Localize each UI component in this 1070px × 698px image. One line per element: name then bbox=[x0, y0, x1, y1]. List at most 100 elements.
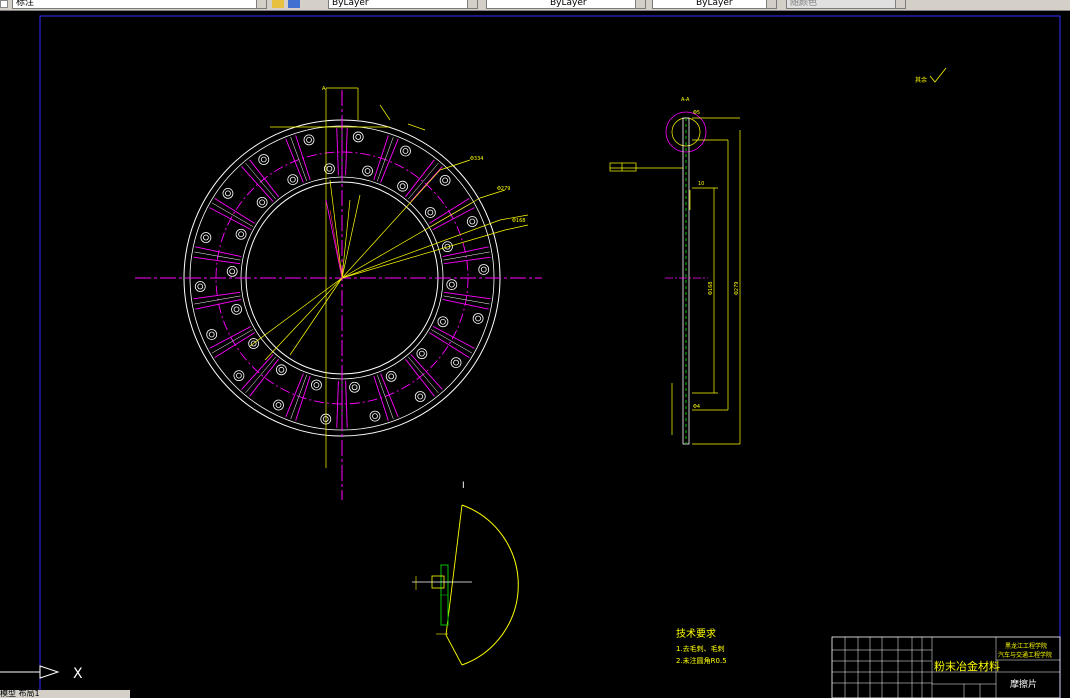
side-dim-mid: 10 bbox=[698, 181, 704, 187]
side-dim-bottom: Φ4 bbox=[693, 404, 700, 410]
rivet-hole bbox=[235, 228, 247, 240]
rivet-hole bbox=[478, 264, 490, 275]
tech-item-2: 2.未注圆角R0.5 bbox=[676, 656, 727, 665]
rivet-hole bbox=[418, 350, 425, 357]
rivet-hole bbox=[466, 216, 478, 227]
title-part-name: 摩擦片 bbox=[1010, 678, 1037, 690]
rivet-hole bbox=[313, 382, 320, 388]
rivet-hole bbox=[194, 281, 206, 292]
tech-item-1: 1.去毛刺、毛刺 bbox=[676, 644, 725, 653]
rivet-hole bbox=[222, 188, 234, 199]
rivet-hole bbox=[475, 315, 482, 322]
rivet-hole bbox=[448, 281, 455, 288]
rivet-hole bbox=[238, 231, 244, 238]
rivet-hole bbox=[225, 190, 231, 197]
rivet-hole bbox=[437, 316, 449, 328]
svg-text:其余: 其余 bbox=[915, 76, 927, 84]
sheet-frame bbox=[39, 15, 1061, 698]
rivet-hole bbox=[442, 177, 449, 184]
dim-d2: Φ279 bbox=[497, 186, 510, 192]
detail-view: I bbox=[412, 481, 519, 666]
rivet-hole bbox=[275, 402, 282, 408]
plotstyle-value: 随颜色 bbox=[790, 0, 818, 8]
chevron-down-icon[interactable] bbox=[895, 0, 905, 8]
groove-line bbox=[380, 373, 399, 418]
rivet-hole bbox=[258, 154, 270, 165]
groove-center-line bbox=[211, 202, 253, 227]
rivet-hole bbox=[226, 266, 238, 277]
rivet-hole bbox=[231, 303, 242, 315]
section-view: A-A Φ5 10 Φ168 Φ279 Φ4 bbox=[609, 97, 741, 445]
rivet-hole bbox=[417, 393, 424, 400]
rivet-hole bbox=[453, 359, 459, 366]
chevron-down-icon[interactable] bbox=[467, 0, 477, 8]
groove-center-line bbox=[408, 162, 439, 200]
rivet-hole bbox=[260, 156, 267, 163]
rivet-hole bbox=[427, 209, 434, 216]
groove-line bbox=[345, 380, 348, 428]
chevron-down-icon[interactable] bbox=[766, 0, 776, 8]
svg-text:X: X bbox=[73, 666, 83, 682]
rivet-hole bbox=[402, 148, 409, 154]
dim-d3: Φ168 bbox=[512, 218, 525, 224]
groove-line bbox=[295, 375, 311, 421]
rivet-hole bbox=[414, 391, 426, 402]
groove-center-line bbox=[194, 295, 241, 305]
groove-line bbox=[380, 138, 399, 183]
title-school: 黑龙江工程学院 bbox=[1005, 642, 1047, 650]
rivet-hole bbox=[397, 180, 409, 192]
ucs-icon: X bbox=[0, 665, 83, 682]
lineweight-value: ByLayer bbox=[696, 0, 733, 8]
rivet-hole bbox=[278, 366, 285, 373]
rivet-hole bbox=[349, 381, 360, 393]
color-dropdown[interactable]: ByLayer bbox=[328, 0, 478, 9]
rivet-hole bbox=[197, 283, 204, 290]
groove-center-line bbox=[211, 329, 253, 354]
rivet-hole bbox=[303, 134, 315, 146]
layer-dropdown[interactable]: 标注 bbox=[12, 0, 267, 9]
rivet-hole bbox=[352, 131, 364, 143]
groove-line bbox=[209, 207, 252, 231]
groove-line bbox=[345, 128, 348, 176]
plotstyle-dropdown[interactable]: 随颜色 bbox=[786, 0, 906, 9]
side-dim-top: Φ5 bbox=[693, 110, 700, 116]
chevron-down-icon[interactable] bbox=[635, 0, 645, 8]
rivet-hole bbox=[472, 313, 484, 324]
layout-tabs[interactable]: 模型 布局1 bbox=[0, 690, 130, 698]
rivet-hole bbox=[416, 348, 428, 360]
rivet-hole bbox=[399, 183, 406, 190]
groove-center-line bbox=[431, 329, 473, 354]
rivet-hole bbox=[469, 218, 476, 225]
groove-line bbox=[429, 332, 470, 358]
tech-requirements: 技术要求 1.去毛刺、毛刺 2.未注圆角R0.5 bbox=[676, 627, 727, 665]
rivet-hole bbox=[256, 196, 268, 208]
rivet-hole bbox=[388, 373, 395, 380]
rivet-hole bbox=[200, 232, 212, 243]
rivet-hole bbox=[206, 329, 218, 340]
ring-front-view: A Φ334 Φ279 Φ168 bbox=[135, 86, 542, 500]
lineweight-dropdown[interactable]: ByLayer bbox=[652, 0, 777, 9]
rivet-hole bbox=[446, 279, 458, 290]
rivet-hole bbox=[229, 268, 236, 275]
rivet-hole bbox=[439, 174, 451, 186]
layer-icon[interactable] bbox=[0, 0, 8, 8]
groove-line bbox=[193, 256, 241, 265]
rivet-hole bbox=[450, 357, 462, 368]
rivet-hole bbox=[289, 176, 296, 183]
rivet-hole bbox=[259, 199, 266, 206]
groove-line bbox=[336, 380, 339, 428]
rivet-hole bbox=[480, 266, 487, 273]
linetype-dropdown[interactable]: ByLayer bbox=[486, 0, 646, 9]
groove-line bbox=[432, 325, 475, 349]
drawing-canvas[interactable]: A Φ334 Φ279 Φ168 A-A Φ5 10 Φ168 Φ279 Φ4 … bbox=[0, 10, 1070, 698]
groove-line bbox=[285, 373, 304, 418]
rivet-hole bbox=[400, 145, 411, 157]
groove-line bbox=[285, 138, 304, 183]
rivet-hole bbox=[306, 136, 312, 143]
rivet-hole bbox=[287, 174, 299, 186]
layer-manager-icon[interactable] bbox=[272, 0, 284, 8]
layer-value: 标注 bbox=[16, 0, 35, 8]
layer-previous-icon[interactable] bbox=[288, 0, 300, 8]
title-department: 汽车与交通工程学院 bbox=[998, 651, 1052, 659]
chevron-down-icon[interactable] bbox=[256, 0, 266, 8]
